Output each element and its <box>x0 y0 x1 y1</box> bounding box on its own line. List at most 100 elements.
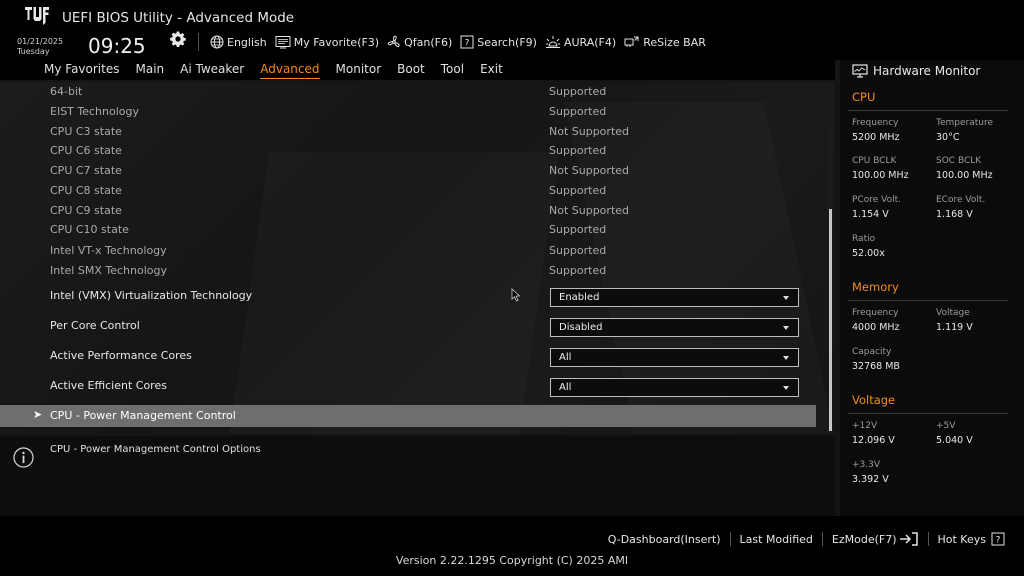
svg-text:?: ? <box>996 536 1001 546</box>
hardware-monitor-panel: Hardware Monitor CPU Frequency Temperatu… <box>840 60 1024 516</box>
setting-row: Intel SMX Technology Supported <box>0 262 820 282</box>
info-icon <box>13 447 34 468</box>
setting-value: Supported <box>549 105 607 118</box>
chevron-down-icon <box>783 326 789 330</box>
tab-monitor[interactable]: Monitor <box>336 62 382 79</box>
section-divider <box>848 110 1008 111</box>
setting-label: Intel VT-x Technology <box>50 244 167 257</box>
search-button[interactable]: ? Search(F9) <box>460 35 537 49</box>
menu-tabs: My Favorites Main Ai Tweaker Advanced Mo… <box>44 62 519 79</box>
chevron-down-icon <box>783 386 789 390</box>
setting-label: CPU C9 state <box>50 204 122 217</box>
memory-section-title: Memory <box>852 280 899 294</box>
setting-row: CPU C9 state Not Supported <box>0 202 820 222</box>
clock-time[interactable]: 09:25 <box>88 34 146 58</box>
tab-my-favorites[interactable]: My Favorites <box>44 62 119 79</box>
cpu-temperature-label: Temperature <box>936 118 994 128</box>
mouse-cursor-icon <box>511 288 521 302</box>
cpu-frequency-value: 5200 MHz <box>852 132 900 143</box>
per-core-control-dropdown[interactable]: Disabled <box>550 318 799 337</box>
toolbar: English My Favorite(F3) Qfan(F6) ? Searc… <box>210 33 714 51</box>
pcore-volt-value: 1.154 V <box>852 209 889 220</box>
vmx-virtualization-dropdown[interactable]: Enabled <box>550 288 799 307</box>
active-efficient-cores-dropdown[interactable]: All <box>550 378 799 397</box>
tab-advanced[interactable]: Advanced <box>260 62 320 79</box>
chevron-down-icon <box>783 356 789 360</box>
chevron-down-icon <box>783 296 789 300</box>
setting-row: EIST Technology Supported <box>0 103 820 123</box>
submenu-label: CPU - Power Management Control <box>50 409 236 422</box>
ezmode-label: EzMode(F7) <box>831 532 897 546</box>
language-label: English <box>227 35 267 49</box>
setting-row: CPU C6 state Supported <box>0 142 820 162</box>
pcore-volt-label: PCore Volt. <box>852 195 901 205</box>
v33-label: +3.3V <box>852 460 881 470</box>
tab-main[interactable]: Main <box>135 62 164 79</box>
active-performance-cores-dropdown[interactable]: All <box>550 348 799 367</box>
tab-exit[interactable]: Exit <box>480 62 503 79</box>
setting-value: Supported <box>549 144 607 157</box>
cpu-ratio-value: 52.00x <box>852 248 885 259</box>
cpu-bclk-label: CPU BCLK <box>852 156 897 166</box>
q-dashboard-button[interactable]: Q-Dashboard(Insert) <box>599 533 730 546</box>
section-divider <box>848 300 1008 301</box>
memory-frequency-label: Frequency <box>852 308 899 318</box>
voltage-section-title: Voltage <box>852 393 896 407</box>
help-question-icon: ? <box>991 532 1005 546</box>
setting-label: CPU C10 state <box>50 223 129 236</box>
ecore-volt-label: ECore Volt. <box>936 195 986 205</box>
help-description: CPU - Power Management Control Options <box>50 444 261 455</box>
resize-bar-button[interactable]: ReSize BAR <box>624 35 706 49</box>
my-favorite-button[interactable]: My Favorite(F3) <box>275 35 379 49</box>
last-modified-button[interactable]: Last Modified <box>731 533 822 546</box>
setting-label: 64-bit <box>50 85 83 98</box>
aura-light-icon <box>545 36 560 48</box>
hardware-monitor-header: Hardware Monitor <box>852 64 980 78</box>
setting-label: CPU C8 state <box>50 184 122 197</box>
setting-value: Supported <box>549 264 607 277</box>
scrollbar-thumb[interactable] <box>829 209 832 431</box>
setting-row: CPU C7 state Not Supported <box>0 162 820 182</box>
hot-keys-label: Hot Keys <box>937 532 987 546</box>
gear-icon[interactable] <box>170 31 186 47</box>
ezmode-button[interactable]: EzMode(F7) <box>823 532 928 546</box>
footer-bar: Q-Dashboard(Insert) Last Modified EzMode… <box>0 516 1024 576</box>
monitor-icon <box>852 64 868 78</box>
language-button[interactable]: English <box>210 35 267 49</box>
hot-keys-button[interactable]: Hot Keys ? <box>929 532 1015 546</box>
setting-value: Not Supported <box>549 204 630 217</box>
v33-value: 3.392 V <box>852 474 889 485</box>
setting-label: EIST Technology <box>50 105 140 118</box>
version-info: Version 2.22.1295 Copyright (C) 2025 AMI <box>395 554 629 567</box>
memory-capacity-value: 32768 MB <box>852 361 900 372</box>
tab-boot[interactable]: Boot <box>397 62 425 79</box>
app-title: UEFI BIOS Utility - Advanced Mode <box>62 10 295 26</box>
setting-row: Intel VT-x Technology Supported <box>0 242 820 262</box>
v12-value: 12.096 V <box>852 435 895 446</box>
submenu-cpu-power-management[interactable]: ➤ CPU - Power Management Control <box>0 405 816 427</box>
my-favorite-label: My Favorite(F3) <box>293 35 380 49</box>
tab-tool[interactable]: Tool <box>441 62 464 79</box>
memory-capacity-label: Capacity <box>852 347 892 357</box>
setting-value: Supported <box>549 85 607 98</box>
v5-label: +5V <box>936 421 956 431</box>
setting-value: Supported <box>549 244 607 257</box>
setting-label: Active Efficient Cores <box>50 379 167 392</box>
header-divider <box>198 33 199 51</box>
title-bar: UEFI BIOS Utility - Advanced Mode 01/21/… <box>0 0 1024 60</box>
menu-tab-bar: My Favorites Main Ai Tweaker Advanced Mo… <box>0 60 835 80</box>
search-label: Search(F9) <box>477 35 537 49</box>
setting-value: Not Supported <box>549 164 630 177</box>
ecore-volt-value: 1.168 V <box>936 209 973 220</box>
cpu-temperature-value: 30°C <box>936 132 960 143</box>
tab-ai-tweaker[interactable]: Ai Tweaker <box>180 62 244 79</box>
qfan-button[interactable]: Qfan(F6) <box>387 35 452 49</box>
settings-panel: 64-bit Supported EIST Technology Support… <box>0 82 835 434</box>
setting-row: 64-bit Supported <box>0 83 820 103</box>
soc-bclk-value: 100.00 MHz <box>936 170 993 181</box>
setting-row: CPU C8 state Supported <box>0 182 820 202</box>
aura-button[interactable]: AURA(F4) <box>545 35 616 49</box>
setting-value: Supported <box>549 184 607 197</box>
cpu-frequency-label: Frequency <box>852 118 899 128</box>
memory-voltage-label: Voltage <box>936 308 970 318</box>
